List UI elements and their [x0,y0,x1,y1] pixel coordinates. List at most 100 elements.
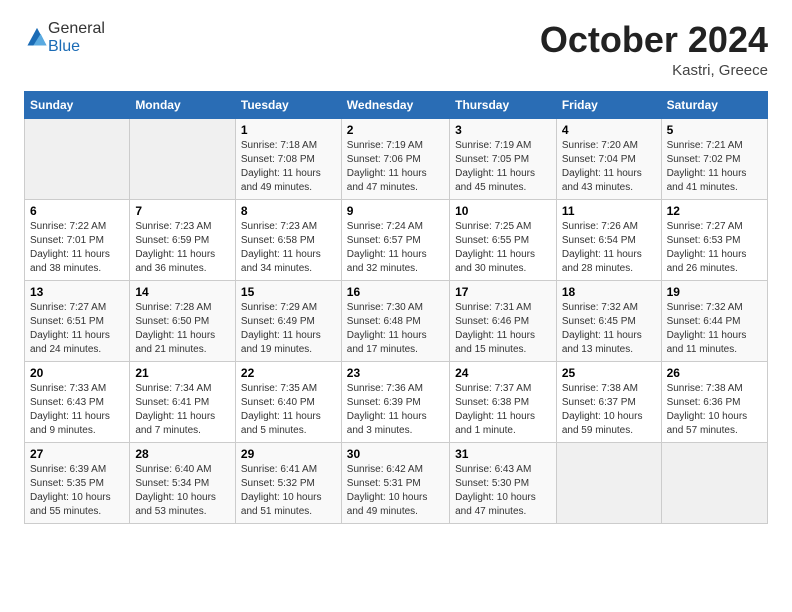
col-tuesday: Tuesday [235,91,341,118]
day-number: 30 [347,447,444,461]
day-info: Sunrise: 7:27 AM Sunset: 6:51 PM Dayligh… [30,301,124,357]
table-row: 15Sunrise: 7:29 AM Sunset: 6:49 PM Dayli… [235,280,341,361]
day-number: 22 [241,366,336,380]
table-row: 20 Sunrise: 7:33 AM Sunset: 6:43 PM Dayli… [25,361,130,442]
calendar-week-row: 27 Sunrise: 6:39 AM Sunset: 5:35 PM Dayli… [25,442,768,523]
day-number: 5 [667,123,762,137]
calendar-header-row: Sunday Monday Tuesday Wednesday Thursday… [25,91,768,118]
table-row [25,118,130,199]
day-number: 6 [30,204,124,218]
day-number: 9 [347,204,444,218]
day-number: 24 [455,366,551,380]
day-info: Sunrise: 7:26 AM Sunset: 6:54 PM Dayligh… [562,220,656,276]
day-number: 28 [135,447,230,461]
day-info: Sunrise: 6:40 AM Sunset: 5:34 PM Dayligh… [135,463,230,519]
day-info: Sunrise: 7:25 AM Sunset: 6:55 PM Dayligh… [455,220,551,276]
day-info: Sunrise: 7:38 AM Sunset: 6:37 PM Dayligh… [562,382,656,438]
day-info: Sunrise: 6:41 AM Sunset: 5:32 PM Dayligh… [241,463,336,519]
table-row: 31 Sunrise: 6:43 AM Sunset: 5:30 PM Dayli… [450,442,557,523]
header: General Blue October 2024 Kastri, Greece [24,20,768,79]
day-info: Sunrise: 7:18 AM Sunset: 7:08 PM Dayligh… [241,139,336,195]
day-info: Sunrise: 7:32 AM Sunset: 6:45 PM Dayligh… [562,301,656,357]
table-row: 16Sunrise: 7:30 AM Sunset: 6:48 PM Dayli… [341,280,449,361]
day-info: Sunrise: 7:35 AM Sunset: 6:40 PM Dayligh… [241,382,336,438]
table-row: 5Sunrise: 7:21 AM Sunset: 7:02 PM Daylig… [661,118,767,199]
table-row: 11 Sunrise: 7:26 AM Sunset: 6:54 PM Dayli… [556,199,661,280]
table-row: 24 Sunrise: 7:37 AM Sunset: 6:38 PM Dayli… [450,361,557,442]
table-row: 13Sunrise: 7:27 AM Sunset: 6:51 PM Dayli… [25,280,130,361]
col-friday: Friday [556,91,661,118]
table-row: 30Sunrise: 6:42 AM Sunset: 5:31 PM Dayli… [341,442,449,523]
table-row: 23 Sunrise: 7:36 AM Sunset: 6:39 PM Dayli… [341,361,449,442]
day-number: 17 [455,285,551,299]
day-info: Sunrise: 7:37 AM Sunset: 6:38 PM Dayligh… [455,382,551,438]
day-number: 2 [347,123,444,137]
title-block: October 2024 Kastri, Greece [540,20,768,79]
day-info: Sunrise: 7:20 AM Sunset: 7:04 PM Dayligh… [562,139,656,195]
day-info: Sunrise: 7:22 AM Sunset: 7:01 PM Dayligh… [30,220,124,276]
day-number: 4 [562,123,656,137]
table-row: 10 Sunrise: 7:25 AM Sunset: 6:55 PM Dayli… [450,199,557,280]
day-info: Sunrise: 7:31 AM Sunset: 6:46 PM Dayligh… [455,301,551,357]
day-info: Sunrise: 7:33 AM Sunset: 6:43 PM Dayligh… [30,382,124,438]
day-info: Sunrise: 7:38 AM Sunset: 6:36 PM Dayligh… [667,382,762,438]
day-number: 25 [562,366,656,380]
table-row [130,118,236,199]
logo: General Blue [24,20,105,56]
col-monday: Monday [130,91,236,118]
day-number: 31 [455,447,551,461]
day-number: 20 [30,366,124,380]
table-row: 27 Sunrise: 6:39 AM Sunset: 5:35 PM Dayli… [25,442,130,523]
table-row: 26 Sunrise: 7:38 AM Sunset: 6:36 PM Dayli… [661,361,767,442]
table-row: 4 Sunrise: 7:20 AM Sunset: 7:04 PM Daylig… [556,118,661,199]
day-info: Sunrise: 6:39 AM Sunset: 5:35 PM Dayligh… [30,463,124,519]
day-number: 11 [562,204,656,218]
table-row: 28 Sunrise: 6:40 AM Sunset: 5:34 PM Dayli… [130,442,236,523]
day-number: 14 [135,285,230,299]
day-number: 26 [667,366,762,380]
day-number: 3 [455,123,551,137]
table-row: 6 Sunrise: 7:22 AM Sunset: 7:01 PM Daylig… [25,199,130,280]
calendar-week-row: 6 Sunrise: 7:22 AM Sunset: 7:01 PM Daylig… [25,199,768,280]
day-info: Sunrise: 7:19 AM Sunset: 7:05 PM Dayligh… [455,139,551,195]
day-number: 7 [135,204,230,218]
day-info: Sunrise: 7:27 AM Sunset: 6:53 PM Dayligh… [667,220,762,276]
day-number: 1 [241,123,336,137]
day-number: 8 [241,204,336,218]
table-row: 7 Sunrise: 7:23 AM Sunset: 6:59 PM Daylig… [130,199,236,280]
day-info: Sunrise: 7:34 AM Sunset: 6:41 PM Dayligh… [135,382,230,438]
table-row: 29 Sunrise: 6:41 AM Sunset: 5:32 PM Dayli… [235,442,341,523]
calendar-table: Sunday Monday Tuesday Wednesday Thursday… [24,91,768,524]
day-info: Sunrise: 7:23 AM Sunset: 6:59 PM Dayligh… [135,220,230,276]
day-info: Sunrise: 7:36 AM Sunset: 6:39 PM Dayligh… [347,382,444,438]
day-info: Sunrise: 7:24 AM Sunset: 6:57 PM Dayligh… [347,220,444,276]
day-number: 15 [241,285,336,299]
table-row: 21Sunrise: 7:34 AM Sunset: 6:41 PM Dayli… [130,361,236,442]
calendar-week-row: 13Sunrise: 7:27 AM Sunset: 6:51 PM Dayli… [25,280,768,361]
table-row: 19Sunrise: 7:32 AM Sunset: 6:44 PM Dayli… [661,280,767,361]
day-info: Sunrise: 6:43 AM Sunset: 5:30 PM Dayligh… [455,463,551,519]
table-row: 9 Sunrise: 7:24 AM Sunset: 6:57 PM Daylig… [341,199,449,280]
day-number: 18 [562,285,656,299]
day-number: 29 [241,447,336,461]
month-title: October 2024 [540,20,768,60]
calendar-week-row: 20 Sunrise: 7:33 AM Sunset: 6:43 PM Dayli… [25,361,768,442]
table-row [661,442,767,523]
table-row: 14Sunrise: 7:28 AM Sunset: 6:50 PM Dayli… [130,280,236,361]
table-row: 12Sunrise: 7:27 AM Sunset: 6:53 PM Dayli… [661,199,767,280]
col-thursday: Thursday [450,91,557,118]
table-row: 22 Sunrise: 7:35 AM Sunset: 6:40 PM Dayli… [235,361,341,442]
day-number: 10 [455,204,551,218]
location: Kastri, Greece [540,62,768,79]
logo-icon [26,25,48,47]
table-row: 3 Sunrise: 7:19 AM Sunset: 7:05 PM Daylig… [450,118,557,199]
table-row: 2Sunrise: 7:19 AM Sunset: 7:06 PM Daylig… [341,118,449,199]
day-number: 27 [30,447,124,461]
day-number: 19 [667,285,762,299]
day-info: Sunrise: 7:30 AM Sunset: 6:48 PM Dayligh… [347,301,444,357]
table-row [556,442,661,523]
table-row: 1 Sunrise: 7:18 AM Sunset: 7:08 PM Daylig… [235,118,341,199]
logo-text: General Blue [48,20,105,56]
col-sunday: Sunday [25,91,130,118]
day-number: 23 [347,366,444,380]
